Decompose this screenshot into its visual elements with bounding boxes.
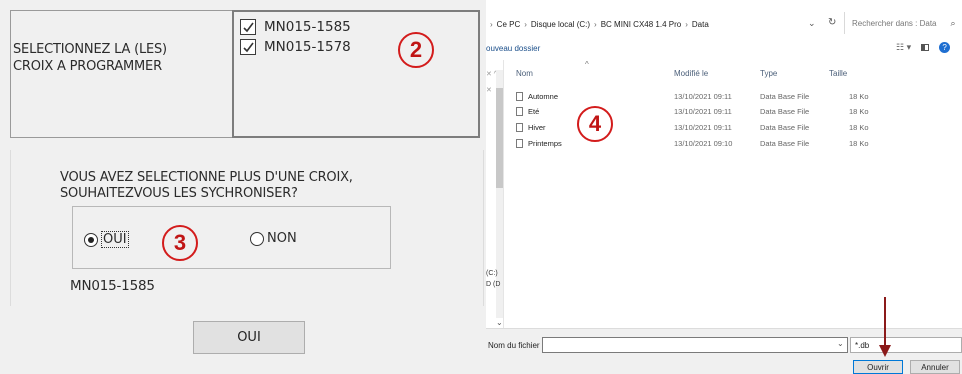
file-modified: 13/10/2021 09:11 bbox=[674, 92, 732, 101]
sync-question-line-2: SOUHAITEZVOUS LES SYCHRONISER? bbox=[60, 186, 298, 201]
column-header-type[interactable]: Type bbox=[760, 69, 777, 78]
chevron-right-icon: › bbox=[594, 19, 597, 29]
column-header-size[interactable]: Taille bbox=[829, 69, 847, 78]
oui-button[interactable]: OUI bbox=[193, 321, 305, 354]
file-type-filter-value: *.db bbox=[855, 340, 870, 350]
chevron-right-icon: › bbox=[490, 19, 493, 29]
breadcrumb-item[interactable]: Disque local (C:) bbox=[531, 20, 590, 29]
breadcrumb-item[interactable]: Data bbox=[692, 20, 709, 29]
prompt-panel: SELECTIONNEZ LA (LES) CROIX A PROGRAMMER bbox=[10, 10, 234, 138]
file-type: Data Base File bbox=[760, 92, 810, 101]
file-row[interactable]: Printemps 13/10/2021 09:10 Data Base Fil… bbox=[516, 139, 876, 150]
cross-list-panel: MN015-1585 MN015-1578 bbox=[232, 10, 480, 138]
radio-non-label: NON bbox=[267, 231, 297, 246]
file-icon bbox=[516, 107, 523, 116]
annotation-number-2: 2 bbox=[398, 32, 434, 68]
search-icon: ⌕ bbox=[950, 17, 956, 28]
chevron-down-icon[interactable]: ⌄ bbox=[808, 18, 816, 29]
chevron-right-icon: › bbox=[685, 19, 688, 29]
programming-dialog: SELECTIONNEZ LA (LES) CROIX A PROGRAMMER… bbox=[0, 0, 486, 374]
pin-icon: ✕ bbox=[486, 87, 492, 94]
file-icon bbox=[516, 139, 523, 148]
toolbar-icons: ☷ ▾ ? bbox=[896, 42, 951, 53]
file-row[interactable]: Hiver 13/10/2021 09:11 Data Base File 18… bbox=[516, 123, 876, 134]
sort-ascending-icon: ^ bbox=[585, 60, 589, 69]
nav-item-drive-c[interactable]: (C:) bbox=[486, 270, 498, 277]
filename-input[interactable] bbox=[542, 337, 848, 353]
checkbox-checked-icon[interactable] bbox=[240, 19, 256, 35]
checkbox-row-1[interactable]: MN015-1585 bbox=[240, 19, 351, 35]
checkbox-checked-icon[interactable] bbox=[240, 39, 256, 55]
refresh-icon[interactable]: ↻ bbox=[828, 17, 836, 28]
open-button[interactable]: Ouvrir bbox=[853, 360, 903, 374]
file-row[interactable]: Eté 13/10/2021 09:11 Data Base File 18 K… bbox=[516, 107, 876, 118]
chevron-down-icon[interactable]: ⌄ bbox=[837, 339, 844, 348]
chevron-down-icon[interactable]: ⌄ bbox=[496, 318, 503, 327]
file-open-dialog: › Ce PC › Disque local (C:) › BC MINI CX… bbox=[486, 0, 962, 374]
file-type-filter[interactable]: *.db bbox=[850, 337, 962, 353]
breadcrumb-item[interactable]: Ce PC bbox=[497, 20, 521, 29]
checkbox-label-2: MN015-1578 bbox=[264, 39, 351, 55]
file-icon bbox=[516, 92, 523, 101]
radio-empty-icon[interactable] bbox=[250, 231, 264, 246]
cancel-button[interactable]: Annuler bbox=[910, 360, 960, 374]
file-modified: 13/10/2021 09:11 bbox=[674, 123, 732, 132]
file-name: Printemps bbox=[528, 139, 562, 148]
file-modified: 13/10/2021 09:10 bbox=[674, 139, 733, 148]
search-input[interactable]: Rechercher dans : Data ⌕ bbox=[844, 12, 962, 34]
file-icon bbox=[516, 123, 523, 132]
help-icon[interactable]: ? bbox=[939, 42, 951, 53]
annotation-number-4: 4 bbox=[577, 106, 613, 142]
down-arrow-icon bbox=[879, 297, 891, 357]
checkbox-label-1: MN015-1585 bbox=[264, 19, 351, 35]
column-header-name[interactable]: Nom bbox=[516, 69, 533, 78]
nav-item-drive-d[interactable]: D (D bbox=[486, 281, 500, 288]
search-placeholder: Rechercher dans : Data bbox=[852, 18, 937, 28]
file-row[interactable]: Automne 13/10/2021 09:11 Data Base File … bbox=[516, 92, 876, 103]
file-type: Data Base File bbox=[760, 139, 810, 148]
file-type: Data Base File bbox=[760, 123, 810, 132]
checkbox-row-2[interactable]: MN015-1578 bbox=[240, 39, 351, 55]
chevron-right-icon: › bbox=[524, 19, 527, 29]
breadcrumb[interactable]: › Ce PC › Disque local (C:) › BC MINI CX… bbox=[486, 14, 826, 34]
file-size: 18 Ko bbox=[849, 123, 869, 132]
view-options-icon[interactable]: ☷ ▾ bbox=[896, 42, 911, 53]
new-folder-button[interactable]: ouveau dossier bbox=[486, 44, 540, 53]
preview-pane-icon[interactable] bbox=[921, 44, 930, 51]
radio-non[interactable]: NON bbox=[250, 231, 297, 246]
file-name: Automne bbox=[528, 92, 559, 101]
column-header-modified[interactable]: Modifié le bbox=[674, 69, 708, 78]
nav-scrollbar-thumb[interactable] bbox=[496, 88, 503, 188]
file-name: Eté bbox=[528, 107, 540, 116]
file-size: 18 Ko bbox=[849, 139, 869, 148]
file-name: Hiver bbox=[528, 123, 546, 132]
file-type: Data Base File bbox=[760, 107, 810, 116]
annotation-number-3: 3 bbox=[162, 225, 198, 261]
filename-label: Nom du fichier : bbox=[488, 341, 545, 350]
sync-question-line-1: VOUS AVEZ SELECTIONNE PLUS D'UNE CROIX, bbox=[60, 170, 353, 185]
breadcrumb-item[interactable]: BC MINI CX48 1.4 Pro bbox=[601, 20, 681, 29]
file-modified: 13/10/2021 09:11 bbox=[674, 107, 732, 116]
file-size: 18 Ko bbox=[849, 107, 869, 116]
prompt-line-2: CROIX A PROGRAMMER bbox=[13, 59, 162, 74]
radio-oui-label: OUI bbox=[101, 231, 129, 248]
radio-oui[interactable]: OUI bbox=[84, 231, 129, 248]
selected-device-label: MN015-1585 bbox=[70, 278, 155, 294]
radio-selected-icon[interactable] bbox=[84, 232, 98, 247]
radio-group-box: OUI NON bbox=[72, 206, 391, 269]
prompt-line-1: SELECTIONNEZ LA (LES) bbox=[13, 42, 167, 57]
file-size: 18 Ko bbox=[849, 92, 869, 101]
